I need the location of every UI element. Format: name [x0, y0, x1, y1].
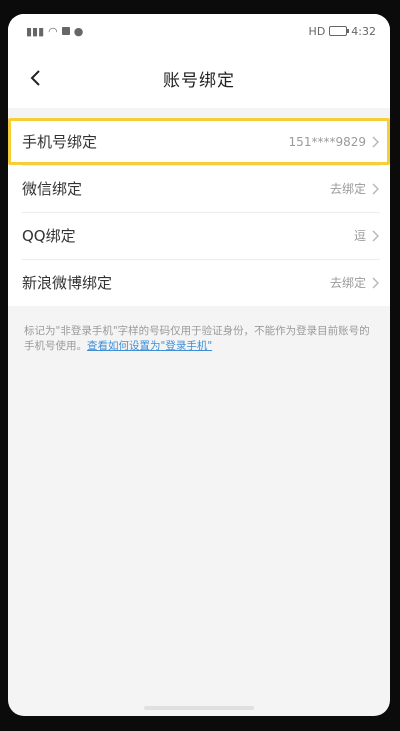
- battery-icon: [329, 26, 350, 36]
- hd-icon: HD: [308, 24, 326, 38]
- set-login-phone-link[interactable]: 查看如何设置为"登录手机": [87, 340, 212, 352]
- binding-note: 标记为"非登录手机"字样的号码仅用于验证身份，不能作为登录目前账号的手机号使用。…: [8, 306, 390, 354]
- binding-list: 手机号绑定 151****9829 微信绑定 去绑定 QQ绑定 逗 新浪微博绑定…: [8, 118, 390, 306]
- page-title: 账号绑定: [163, 70, 235, 91]
- message-icon: ●: [73, 24, 84, 38]
- navigation-bar: 账号绑定: [8, 48, 390, 108]
- chevron-right-icon: [372, 183, 380, 195]
- home-indicator: [144, 706, 254, 710]
- binding-row-phone[interactable]: 手机号绑定 151****9829: [8, 118, 390, 165]
- chevron-right-icon: [372, 136, 380, 148]
- binding-row-qq[interactable]: QQ绑定 逗: [8, 212, 390, 259]
- binding-label: 微信绑定: [22, 180, 83, 198]
- status-icons-left: ▮▮▮ ◠ ●: [26, 26, 83, 37]
- wifi-icon: ◠: [48, 24, 58, 38]
- signal-icon: ▮▮▮: [26, 24, 45, 38]
- binding-row-wechat[interactable]: 微信绑定 去绑定: [8, 165, 390, 212]
- back-button[interactable]: [24, 66, 48, 90]
- binding-row-weibo[interactable]: 新浪微博绑定 去绑定: [8, 259, 390, 306]
- status-time: 4:32: [351, 24, 376, 38]
- binding-right: 去绑定: [330, 180, 380, 197]
- binding-value: 151****9829: [288, 134, 366, 149]
- status-bar: ▮▮▮ ◠ ● HD 4:32: [8, 14, 390, 48]
- binding-value: 去绑定: [329, 182, 366, 196]
- notification-icon: [61, 27, 70, 35]
- status-icons-right: HD 4:32: [309, 26, 376, 37]
- binding-value: 去绑定: [329, 276, 366, 290]
- chevron-right-icon: [372, 230, 380, 242]
- binding-label: 新浪微博绑定: [22, 274, 113, 292]
- binding-right: 151****9829: [289, 135, 380, 149]
- chevron-left-icon: [30, 70, 40, 86]
- binding-value: 逗: [353, 229, 366, 243]
- binding-right: 去绑定: [330, 274, 380, 291]
- chevron-right-icon: [372, 277, 380, 289]
- binding-label: QQ绑定: [22, 227, 76, 245]
- binding-label: 手机号绑定: [22, 133, 98, 151]
- binding-right: 逗: [354, 227, 380, 244]
- phone-screen: ▮▮▮ ◠ ● HD 4:32 账号绑定 手机号绑定 151****9829 微…: [8, 14, 390, 716]
